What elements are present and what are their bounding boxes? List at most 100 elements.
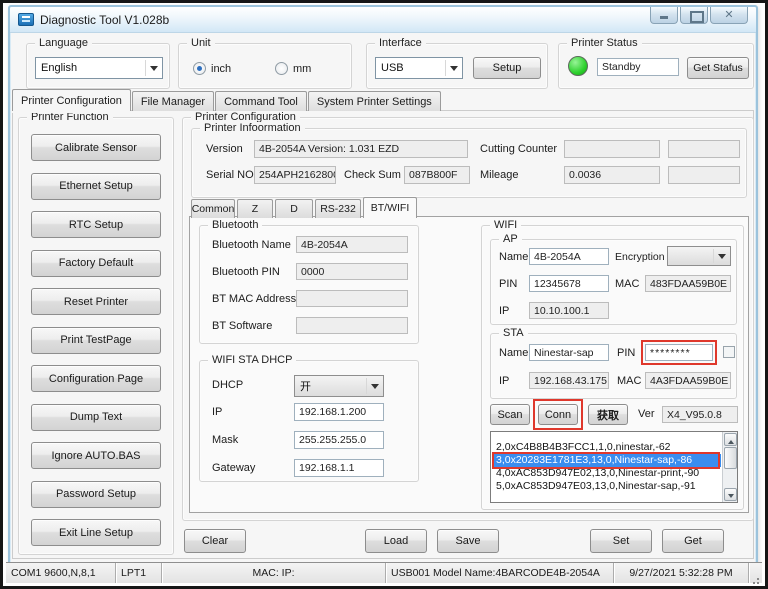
get-button[interactable]: Get (662, 529, 724, 553)
load-button[interactable]: Load (365, 529, 427, 553)
bt-software-field[interactable] (296, 317, 408, 334)
app-icon (18, 13, 34, 26)
wifi-network-list: 2,0xC4B8B4B3FCC1,1,0,ninestar,-62 3,0x20… (490, 431, 738, 503)
sta-mac-label: MAC (617, 375, 641, 387)
sta-name-field[interactable]: Ninestar-sap (529, 344, 609, 361)
sta-mac-field[interactable]: 4A3FDAA59B0E (645, 372, 731, 389)
password-setup-button[interactable]: Password Setup (31, 481, 161, 508)
ap-ip-field[interactable]: 10.10.100.1 (529, 302, 609, 319)
ap-mac-field[interactable]: 483FDAA59B0E (645, 275, 731, 292)
minimize-icon[interactable] (650, 7, 678, 24)
dhcp-ip-field[interactable]: 192.168.1.200 (294, 403, 384, 421)
setup-button[interactable]: Setup (473, 57, 541, 79)
bt-mac-field[interactable] (296, 290, 408, 307)
calibrate-sensor-button[interactable]: Calibrate Sensor (31, 134, 161, 161)
wifi-network-row-selected[interactable]: 3,0x20283E1781E3,13,0,Ninestar-sap,-86 (492, 454, 721, 467)
tab-file-manager[interactable]: File Manager (132, 91, 214, 111)
set-button[interactable]: Set (590, 529, 652, 553)
wifi-network-row[interactable]: 5,0xAC853D947E03,13,0,Ninestar-sap,-91 (492, 480, 721, 493)
ap-name-field[interactable]: 4B-2054A (529, 248, 609, 265)
sta-ip-field[interactable]: 192.168.43.175 (529, 372, 609, 389)
gateway-field[interactable]: 192.168.1.1 (294, 459, 384, 477)
printer-status-group: Printer Status Standby Get Stafus (558, 43, 754, 89)
sta-pin-checkbox[interactable] (723, 346, 735, 358)
window-controls (650, 7, 748, 24)
language-selected-value: English (41, 62, 77, 74)
printer-status-value: Standby (597, 58, 679, 76)
tab-command-tool[interactable]: Command Tool (215, 91, 307, 111)
conn-button[interactable]: Conn (538, 404, 578, 425)
app-window: Diagnostic Tool V1.028b Language English… (8, 5, 758, 565)
bluetooth-group-label: Bluetooth (208, 219, 262, 232)
wifi-network-row[interactable]: 4,0xAC853D947E02,13,0,Ninestar-print,-90 (492, 467, 721, 480)
resize-grip-icon[interactable] (749, 563, 762, 583)
mileage-label: Mileage (480, 169, 519, 181)
printer-status-group-label: Printer Status (567, 37, 642, 50)
serial-field[interactable]: 254APH2162800 (254, 166, 336, 184)
interface-group-label: Interface (375, 37, 426, 50)
bluetooth-name-field[interactable]: 4B-2054A (296, 236, 408, 253)
status-light-icon (568, 56, 588, 76)
tab-system-printer-settings[interactable]: System Printer Settings (308, 91, 441, 111)
unit-group: Unit inch mm (178, 43, 352, 89)
checksum-field[interactable]: 087B800F (404, 166, 470, 184)
encryption-select[interactable] (667, 246, 731, 266)
ignore-autobas-button[interactable]: Ignore AUTO.BAS (31, 442, 161, 469)
ap-pin-label: PIN (499, 278, 517, 290)
ethernet-setup-button[interactable]: Ethernet Setup (31, 173, 161, 200)
bluetooth-pin-field[interactable]: 0000 (296, 263, 408, 280)
checksum-label: Check Sum (344, 169, 401, 181)
dump-text-button[interactable]: Dump Text (31, 404, 161, 431)
network-list-scrollbar[interactable] (722, 432, 737, 502)
sta-name-label: Name (499, 347, 528, 359)
mileage-field[interactable]: 0.0036 (564, 166, 660, 184)
configuration-page-button[interactable]: Configuration Page (31, 365, 161, 392)
scroll-down-icon[interactable] (724, 488, 737, 501)
unit-inch-radio[interactable]: inch (193, 62, 231, 75)
scan-button[interactable]: Scan (490, 404, 530, 425)
print-testpage-button[interactable]: Print TestPage (31, 327, 161, 354)
cutting-counter-field-2[interactable] (668, 140, 740, 158)
ap-pin-field[interactable]: 12345678 (529, 275, 609, 292)
subtab-z[interactable]: Z (237, 199, 273, 218)
language-select[interactable]: English (35, 57, 163, 79)
mask-field[interactable]: 255.255.255.0 (294, 431, 384, 449)
unit-inch-label: inch (211, 63, 231, 75)
sta-ip-label: IP (499, 375, 509, 387)
subtab-d[interactable]: D (275, 199, 313, 218)
clear-button[interactable]: Clear (184, 529, 246, 553)
ver-field[interactable]: X4_V95.0.8 (662, 406, 738, 423)
save-button[interactable]: Save (437, 529, 499, 553)
window-body: Language English Unit inch mm Interface (10, 33, 756, 563)
gateway-label: Gateway (212, 462, 255, 474)
version-field[interactable]: 4B-2054A Version: 1.031 EZD (254, 140, 468, 158)
subtab-bt-wifi[interactable]: BT/WIFI (363, 197, 417, 218)
exit-line-setup-button[interactable]: Exit Line Setup (31, 519, 161, 546)
close-icon[interactable] (710, 7, 748, 24)
bluetooth-group: Bluetooth Bluetooth Name 4B-2054A Blueto… (199, 225, 419, 344)
wifi-ap-label: AP (499, 233, 522, 246)
get-status-button[interactable]: Get Stafus (687, 57, 749, 79)
maximize-icon[interactable] (680, 7, 708, 24)
wifi-sta-label: STA (499, 327, 528, 340)
cutting-counter-label: Cutting Counter (480, 143, 557, 155)
rtc-setup-button[interactable]: RTC Setup (31, 211, 161, 238)
subtab-rs232[interactable]: RS-232 (315, 199, 361, 218)
scroll-up-icon[interactable] (724, 433, 737, 446)
interface-select[interactable]: USB (375, 57, 463, 79)
titlebar[interactable]: Diagnostic Tool V1.028b (10, 7, 756, 33)
unit-mm-radio[interactable]: mm (275, 62, 311, 75)
dhcp-select[interactable]: 开 (294, 375, 384, 397)
reset-printer-button[interactable]: Reset Printer (31, 288, 161, 315)
acquire-button[interactable]: 获取 (588, 404, 628, 425)
factory-default-button[interactable]: Factory Default (31, 250, 161, 277)
subtab-common[interactable]: Common (191, 199, 235, 218)
sta-pin-field[interactable]: ******** (645, 344, 713, 361)
cutting-counter-field[interactable] (564, 140, 660, 158)
tab-printer-configuration[interactable]: Printer Configuration (12, 89, 131, 111)
language-group: Language English (26, 43, 170, 89)
bt-mac-label: BT MAC Address (212, 293, 296, 305)
wifi-network-row[interactable]: 2,0xC4B8B4B3FCC1,1,0,ninestar,-62 (492, 441, 721, 454)
scrollbar-thumb[interactable] (724, 447, 737, 469)
mileage-field-2[interactable] (668, 166, 740, 184)
